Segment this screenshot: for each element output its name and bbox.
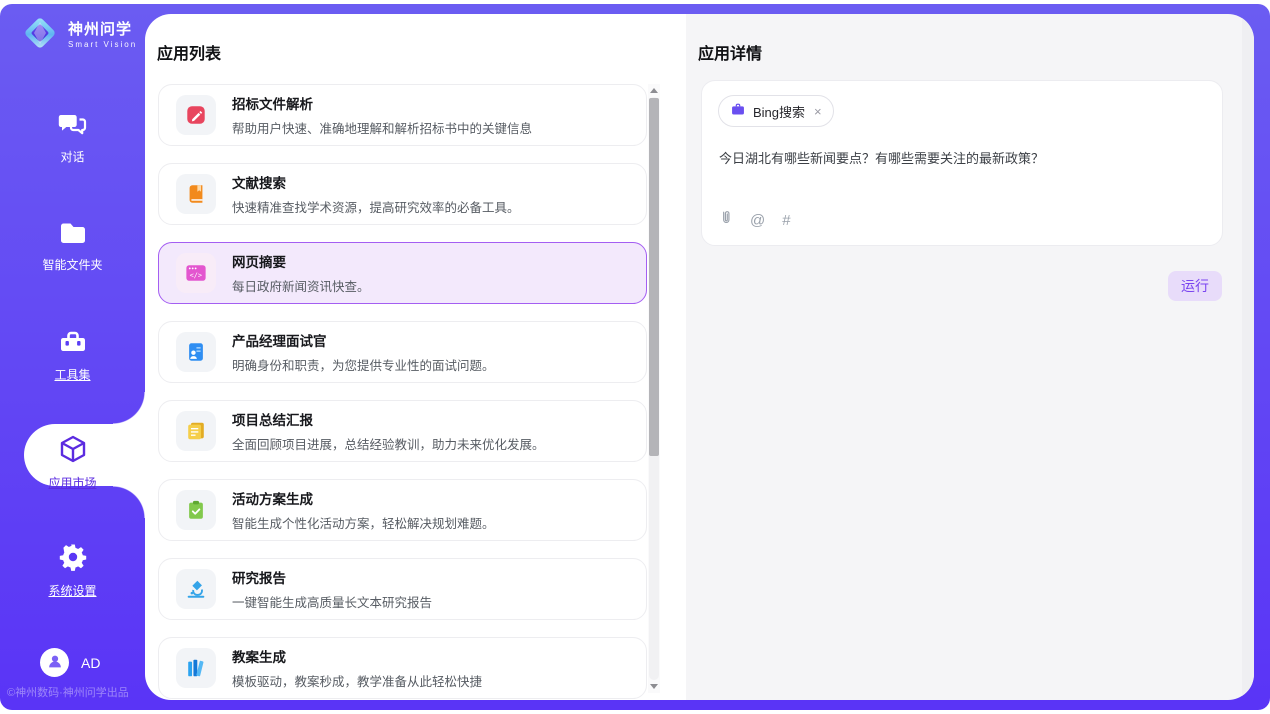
app-card-pm-interviewer[interactable]: 产品经理面试官 明确身份和职责，为您提供专业性的面试问题。 xyxy=(158,321,647,383)
tool-tag-label: Bing搜索 xyxy=(753,102,805,121)
app-card-lesson-plan[interactable]: 教案生成 模板驱动，教案秒成，教学准备从此轻松快捷 xyxy=(158,637,647,699)
app-card-title: 网页摘要 xyxy=(232,251,370,271)
chat-icon xyxy=(58,110,88,141)
user-initials: AD xyxy=(81,655,100,671)
app-card-event-plan[interactable]: 活动方案生成 智能生成个性化活动方案，轻松解决规划难题。 xyxy=(158,479,647,541)
app-card-description: 帮助用户快速、准确地理解和解析招标书中的关键信息 xyxy=(232,118,532,137)
user-icon xyxy=(46,652,64,673)
book-icon xyxy=(176,174,216,214)
briefcase-icon xyxy=(730,102,746,120)
sidebar-item-label: 系统设置 xyxy=(48,582,96,599)
sidebar-item-label: 工具集 xyxy=(54,366,90,383)
app-card-literature-search[interactable]: 文献搜索 快速精准查找学术资源，提高研究效率的必备工具。 xyxy=(158,163,647,225)
microscope-icon xyxy=(176,569,216,609)
app-card-title: 项目总结汇报 xyxy=(232,409,545,429)
app-list-scrollbar xyxy=(648,84,660,693)
app-card-description: 明确身份和职责，为您提供专业性的面试问题。 xyxy=(232,355,495,374)
app-card-title: 教案生成 xyxy=(232,646,482,666)
svg-text:</>: </> xyxy=(190,272,202,280)
interviewer-document-icon xyxy=(176,332,216,372)
browser-code-icon: </> xyxy=(176,253,216,293)
app-list-title: 应用列表 xyxy=(157,40,221,64)
note-icon xyxy=(176,411,216,451)
user-account[interactable]: AD xyxy=(40,648,100,677)
paperclip-icon[interactable] xyxy=(719,209,733,231)
notch-fillet-top xyxy=(113,392,145,424)
sidebar-item-system-settings[interactable]: 系统设置 xyxy=(0,542,145,599)
app-detail-panel: 应用详情 Bing搜索 × 今日湖北有哪些新闻要点？有哪些需要关注的最新政策？ xyxy=(686,14,1254,700)
folder-icon xyxy=(58,220,88,249)
tool-tag-bing-search[interactable]: Bing搜索 × xyxy=(718,95,834,127)
sidebar-item-label: 对话 xyxy=(60,148,84,165)
run-button[interactable]: 运行 xyxy=(1168,271,1222,301)
brand-name: 神州问学 xyxy=(68,22,137,37)
app-detail-title: 应用详情 xyxy=(698,40,762,64)
app-card-title: 产品经理面试官 xyxy=(232,330,495,350)
app-card-bid-document-parsing[interactable]: 招标文件解析 帮助用户快速、准确地理解和解析招标书中的关键信息 xyxy=(158,84,647,146)
composer-toolbar: @ # xyxy=(719,209,791,231)
triangle-up-icon xyxy=(650,88,658,93)
app-card-title: 文献搜索 xyxy=(232,172,520,192)
sidebar-item-smart-folders[interactable]: 智能文件夹 xyxy=(0,220,145,273)
toolbox-icon xyxy=(58,328,88,359)
main-content: 应用列表 招标文件解析 帮助用户快速、准确地理解和解析招标书中的关键信息 xyxy=(145,14,1254,700)
app-card-title: 活动方案生成 xyxy=(232,488,495,508)
composer-card: Bing搜索 × 今日湖北有哪些新闻要点？有哪些需要关注的最新政策？ @ # xyxy=(701,80,1223,246)
cube-icon xyxy=(58,434,88,467)
app-card-title: 研究报告 xyxy=(232,567,432,587)
clipboard-check-icon xyxy=(176,490,216,530)
brand-diamond-icon xyxy=(20,13,60,58)
scrollbar-down-button[interactable] xyxy=(648,680,660,693)
scrollbar-up-button[interactable] xyxy=(648,84,660,97)
gear-icon xyxy=(58,542,88,575)
sidebar-item-label: 应用市场 xyxy=(48,474,96,491)
at-icon[interactable]: @ xyxy=(750,213,765,228)
sidebar-item-label: 智能文件夹 xyxy=(42,256,102,273)
brand-subtitle: Smart Vision xyxy=(68,41,137,49)
app-card-research-report[interactable]: 研究报告 一键智能生成高质量长文本研究报告 xyxy=(158,558,647,620)
triangle-down-icon xyxy=(650,684,658,689)
detail-scrollbar-track[interactable] xyxy=(1242,14,1254,700)
app-list-panel: 应用列表 招标文件解析 帮助用户快速、准确地理解和解析招标书中的关键信息 xyxy=(145,14,686,700)
app-card-web-summary[interactable]: </> 网页摘要 每日政府新闻资讯快查。 xyxy=(158,242,647,304)
sidebar-item-app-market[interactable]: 应用市场 xyxy=(0,434,145,491)
books-icon xyxy=(176,648,216,688)
copyright-text: ©神州数码·神州问学出品 xyxy=(7,684,129,700)
app-card-description: 模板驱动，教案秒成，教学准备从此轻松快捷 xyxy=(232,671,482,690)
avatar xyxy=(40,648,69,677)
app-card-description: 智能生成个性化活动方案，轻松解决规划难题。 xyxy=(232,513,495,532)
sidebar-item-chat[interactable]: 对话 xyxy=(0,110,145,165)
app-card-description: 一键智能生成高质量长文本研究报告 xyxy=(232,592,432,611)
app-card-description: 全面回顾项目进展，总结经验教训，助力未来优化发展。 xyxy=(232,434,545,453)
app-card-description: 每日政府新闻资讯快查。 xyxy=(232,276,370,295)
close-icon[interactable]: × xyxy=(812,104,822,119)
app-card-description: 快速精准查找学术资源，提高研究效率的必备工具。 xyxy=(232,197,520,216)
hash-icon[interactable]: # xyxy=(782,213,790,228)
app-card-title: 招标文件解析 xyxy=(232,93,532,113)
document-edit-icon xyxy=(176,95,216,135)
scrollbar-thumb[interactable] xyxy=(649,98,659,456)
app-card-project-summary[interactable]: 项目总结汇报 全面回顾项目进展，总结经验教训，助力未来优化发展。 xyxy=(158,400,647,462)
sidebar-item-toolset[interactable]: 工具集 xyxy=(0,328,145,383)
query-text-input[interactable]: 今日湖北有哪些新闻要点？有哪些需要关注的最新政策？ xyxy=(719,149,1199,169)
brand-logo: 神州问学 Smart Vision xyxy=(20,13,137,58)
